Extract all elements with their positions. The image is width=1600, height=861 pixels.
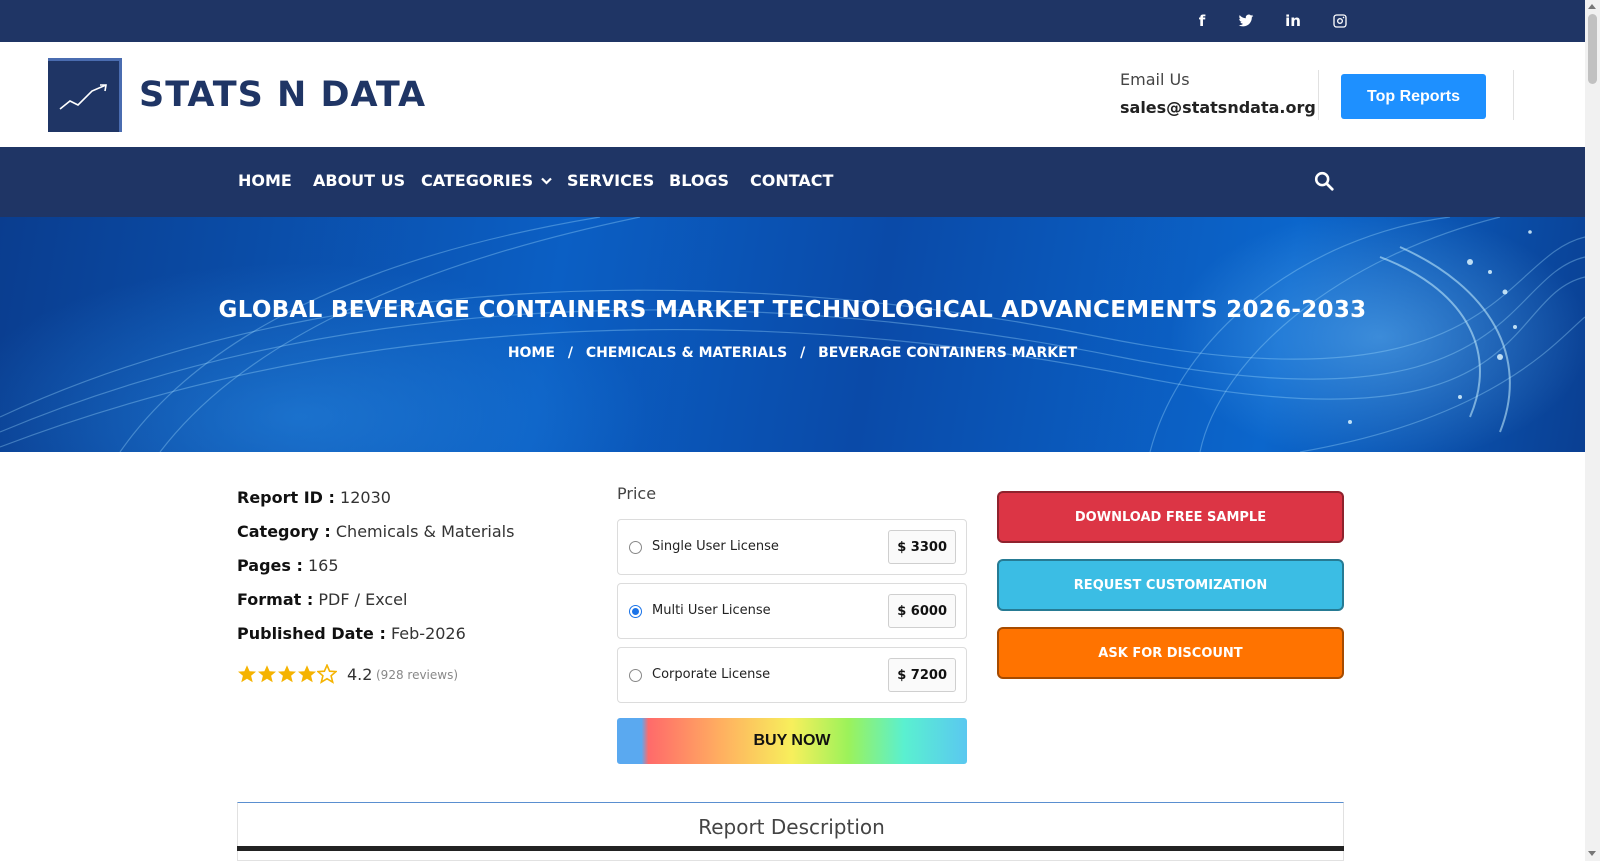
breadcrumb-category[interactable]: CHEMICALS & MATERIALS bbox=[586, 345, 787, 361]
nav-contact[interactable]: CONTACT bbox=[750, 171, 833, 190]
search-icon[interactable] bbox=[1313, 170, 1335, 192]
scroll-down-arrow-icon[interactable] bbox=[1588, 851, 1596, 856]
chevron-down-icon bbox=[541, 177, 552, 185]
brand-name[interactable]: STATS N DATA bbox=[139, 75, 426, 115]
tab-underline bbox=[237, 846, 1344, 851]
scroll-thumb[interactable] bbox=[1588, 14, 1597, 84]
nav-home[interactable]: HOME bbox=[238, 171, 292, 190]
nav-services[interactable]: SERVICES bbox=[567, 171, 654, 190]
breadcrumb-separator: / bbox=[567, 345, 573, 361]
site-header: STATS N DATA Email Us sales@statsndata.o… bbox=[0, 42, 1585, 147]
review-count: (928 reviews) bbox=[376, 668, 459, 682]
price-label: Price bbox=[617, 484, 657, 503]
star-filled-icon bbox=[258, 665, 276, 683]
request-customization-button[interactable]: REQUEST CUSTOMIZATION bbox=[997, 559, 1344, 611]
report-id-row: Report ID : 12030 bbox=[237, 488, 391, 507]
star-filled-icon bbox=[238, 665, 256, 683]
pages-row: Pages : 165 bbox=[237, 556, 339, 575]
hero-banner: GLOBAL BEVERAGE CONTAINERS MARKET TECHNO… bbox=[0, 217, 1585, 452]
license-name: Multi User License bbox=[652, 603, 771, 618]
star-empty-icon bbox=[317, 664, 337, 684]
published-date-label: Published Date : bbox=[237, 624, 386, 643]
license-radio[interactable] bbox=[629, 605, 642, 618]
format-row: Format : PDF / Excel bbox=[237, 590, 407, 609]
nav-about-us[interactable]: ABOUT US bbox=[313, 171, 405, 190]
category-label: Category : bbox=[237, 522, 331, 541]
license-option-corporate[interactable]: Corporate License $ 7200 bbox=[617, 647, 967, 703]
license-option-single-user[interactable]: Single User License $ 3300 bbox=[617, 519, 967, 575]
page-title: GLOBAL BEVERAGE CONTAINERS MARKET TECHNO… bbox=[218, 297, 1367, 323]
report-description-tab[interactable]: Report Description bbox=[238, 815, 1345, 839]
email-label: Email Us bbox=[1120, 70, 1190, 89]
scroll-up-arrow-icon[interactable] bbox=[1588, 4, 1596, 9]
published-date-value: Feb-2026 bbox=[390, 624, 466, 643]
pages-value: 165 bbox=[307, 556, 339, 575]
header-divider bbox=[1318, 70, 1319, 120]
star-filled-icon bbox=[278, 665, 296, 683]
social-bar: f in bbox=[0, 0, 1585, 42]
twitter-icon[interactable] bbox=[1236, 11, 1256, 31]
top-reports-button[interactable]: Top Reports bbox=[1341, 74, 1486, 119]
category-row: Category : Chemicals & Materials bbox=[237, 522, 514, 541]
report-id-value: 12030 bbox=[340, 488, 391, 507]
report-description-section: Report Description bbox=[237, 802, 1344, 861]
main-nav: HOME ABOUT US CATEGORIES SERVICES BLOGS … bbox=[0, 147, 1585, 217]
license-name: Single User License bbox=[652, 539, 779, 554]
hero-background-pattern bbox=[0, 217, 1585, 452]
license-name: Corporate License bbox=[652, 667, 771, 682]
category-value: Chemicals & Materials bbox=[335, 522, 515, 541]
download-free-sample-button[interactable]: DOWNLOAD FREE SAMPLE bbox=[997, 491, 1344, 543]
license-radio[interactable] bbox=[629, 669, 642, 682]
breadcrumb: HOME / CHEMICALS & MATERIALS / BEVERAGE … bbox=[0, 345, 1585, 361]
breadcrumb-separator: / bbox=[800, 345, 806, 361]
license-option-multi-user[interactable]: Multi User License $ 6000 bbox=[617, 583, 967, 639]
format-label: Format : bbox=[237, 590, 314, 609]
instagram-icon[interactable] bbox=[1330, 11, 1350, 31]
star-filled-icon bbox=[298, 665, 316, 683]
license-price: $ 7200 bbox=[888, 658, 956, 692]
format-value: PDF / Excel bbox=[318, 590, 408, 609]
nav-categories[interactable]: CATEGORIES bbox=[421, 171, 552, 190]
linkedin-icon[interactable]: in bbox=[1283, 11, 1303, 31]
email-link[interactable]: sales@statsndata.org bbox=[1120, 98, 1316, 117]
report-id-label: Report ID : bbox=[237, 488, 335, 507]
rating-stars bbox=[237, 664, 337, 684]
rating-value: 4.2 bbox=[347, 665, 373, 684]
license-price: $ 3300 bbox=[888, 530, 956, 564]
logo-chart-icon[interactable] bbox=[48, 58, 122, 132]
breadcrumb-home[interactable]: HOME bbox=[508, 345, 555, 361]
buy-now-button[interactable]: BUY NOW bbox=[617, 718, 967, 764]
license-radio[interactable] bbox=[629, 541, 642, 554]
ask-for-discount-button[interactable]: ASK FOR DISCOUNT bbox=[997, 627, 1344, 679]
nav-blogs[interactable]: BLOGS bbox=[669, 171, 729, 190]
header-divider bbox=[1513, 70, 1514, 120]
breadcrumb-current: BEVERAGE CONTAINERS MARKET bbox=[818, 345, 1078, 361]
facebook-icon[interactable]: f bbox=[1192, 11, 1212, 31]
page-scrollbar[interactable] bbox=[1585, 0, 1600, 861]
page: f in STATS N DATA Email Us sales@statsnd… bbox=[0, 0, 1600, 861]
license-price: $ 6000 bbox=[888, 594, 956, 628]
pages-label: Pages : bbox=[237, 556, 303, 575]
published-date-row: Published Date : Feb-2026 bbox=[237, 624, 466, 643]
